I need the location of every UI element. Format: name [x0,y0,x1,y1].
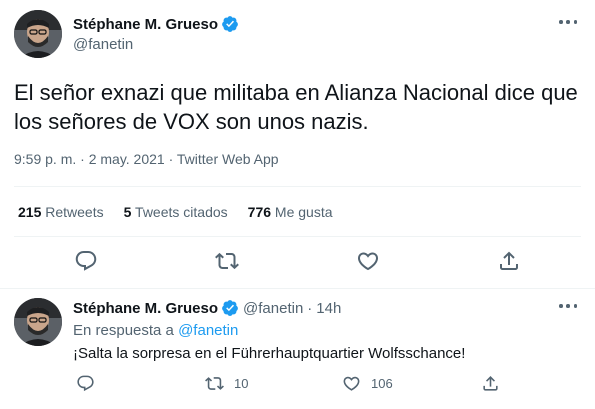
quotes-label: Tweets citados [135,204,228,220]
reply-author-handle[interactable]: @fanetin [243,300,303,317]
in-reply-to-label: En respuesta a [73,322,174,339]
reply-retweet-count: 10 [234,376,249,391]
main-tweet: Stéphane M. Grueso @fanetin El señor exn… [0,0,595,294]
reply-text: ¡Salta la sorpresa en el Führerhauptquar… [73,345,466,362]
retweet-icon[interactable] [215,249,239,273]
likes-stat[interactable]: 776 Me gusta [248,204,333,220]
reply-share-icon[interactable] [481,374,500,393]
tweet-timestamp[interactable]: 9:59 p. m. · 2 may. 2021 · Twitter Web A… [14,151,279,167]
in-reply-to: En respuesta a @fanetin [73,322,238,339]
reply-header: Stéphane M. Grueso @fanetin · 14h [73,298,341,318]
reply-like-button[interactable]: 106 [342,374,393,393]
author-handle[interactable]: @fanetin [73,36,133,53]
like-icon[interactable] [356,249,380,273]
share-icon[interactable] [497,249,521,273]
more-options-icon[interactable] [557,298,579,314]
tweet-separator [0,288,595,289]
quotes-stat[interactable]: 5 Tweets citados [124,204,228,220]
retweets-stat[interactable]: 215 Retweets [18,204,104,220]
avatar[interactable] [14,10,62,58]
reply-icon[interactable] [74,249,98,273]
reply-author-name[interactable]: Stéphane M. Grueso [73,300,218,317]
likes-label: Me gusta [274,204,333,220]
retweets-count: 215 [18,204,42,220]
likes-count: 776 [247,204,272,220]
retweets-label: Retweets [45,204,104,220]
reply-avatar[interactable] [14,298,62,346]
author-name[interactable]: Stéphane M. Grueso [73,16,218,33]
like-icon [343,376,360,391]
reply-reply-icon[interactable] [76,374,95,393]
author-row: Stéphane M. Grueso [73,14,239,34]
more-options-icon[interactable] [557,14,579,30]
in-reply-to-handle[interactable]: @fanetin [178,322,238,339]
reply-time[interactable]: 14h [316,300,341,317]
tweet-actions [0,249,595,275]
verified-badge-icon [221,299,239,317]
profile-photo [14,10,62,58]
tweet-text: El señor exnazi que militaba en Alianza … [14,80,578,134]
quotes-count: 5 [123,204,132,220]
reply-actions: 10 106 [0,374,595,396]
reply-like-count: 106 [371,376,393,391]
separator-dot: · [307,299,313,317]
profile-photo [14,298,62,346]
retweet-icon [205,377,224,390]
tweet-stats: 215 Retweets 5 Tweets citados 776 Me gus… [18,204,353,220]
reply-retweet-button[interactable]: 10 [205,374,248,393]
divider [14,186,581,187]
verified-badge-icon [221,15,239,33]
divider [14,236,581,237]
